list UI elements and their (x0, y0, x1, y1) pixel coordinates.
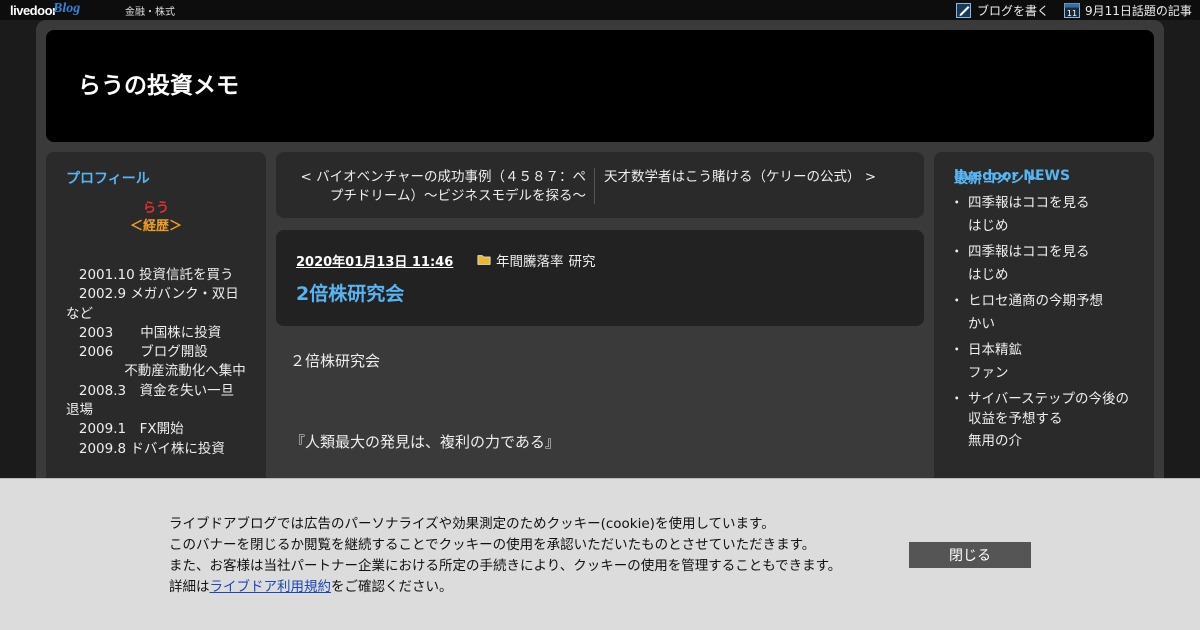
comment-article-link[interactable]: 日本精鉱 (968, 342, 1022, 358)
comment-author: 無用の介 (968, 433, 1022, 449)
post-title[interactable]: 2倍株研究会 (296, 279, 404, 306)
nav-divider (594, 168, 595, 204)
career-history: 2001.10 投資信託を買う 2002.9 メガバンク・双日など 2003 中… (66, 267, 246, 457)
comment-item: ヒロセ通商の今期予想 かい (950, 292, 1139, 334)
category-link[interactable]: 年間騰落率 (496, 250, 564, 270)
write-blog-label: ブログを書く (977, 3, 1050, 18)
top-bar: livedoor Blog 金融・株式 ブログを書く 11 9月11日話題の記事 (0, 0, 1200, 20)
article-nav: < バイオベンチャーの成功事例（４５８７：ペプチドリーム）～ビジネスモデルを探る… (276, 152, 924, 218)
folder-icon (477, 255, 491, 265)
comment-author: はじめ (968, 217, 1009, 234)
post-header: 2020年01月13日 11:46 年間騰落率 研究 2倍株研究会 (276, 230, 924, 326)
comment-item: 日本精鉱 ファン (950, 341, 1139, 383)
today-topics-label: 9月11日話題の記事 (1085, 3, 1192, 18)
career-label: ＜経歴＞ (129, 219, 182, 234)
livedoor-news-heading: livedoor NEWS (954, 168, 1071, 184)
comment-item: サイバーステップの今後の収益を予想する 無用の介 (950, 390, 1139, 452)
close-cookie-button[interactable]: 閉じる (909, 542, 1031, 568)
author-name: らう (142, 201, 169, 216)
post-categories: 年間騰落率 研究 (476, 250, 601, 270)
category-link[interactable]: 研究 (569, 250, 596, 270)
livedoor-blog-logo[interactable]: livedoor Blog (10, 1, 104, 19)
cookie-line: ライブドアブログでは広告のパーソナライズや効果測定のためクッキー(cookie)… (169, 516, 775, 532)
cookie-message: ライブドアブログでは広告のパーソナライズや効果測定のためクッキー(cookie)… (169, 514, 841, 598)
write-blog-link[interactable]: ブログを書く (956, 2, 1049, 18)
cookie-detail-suffix: をご確認ください。 (331, 579, 453, 595)
post-paragraph: 『人類最大の発見は、複利の力である』 (290, 433, 560, 451)
cookie-line: 詳細はライブドア利用規約をご確認ください。 (169, 577, 841, 598)
blog-category-link[interactable]: 金融・株式 (125, 3, 175, 18)
comment-article-link[interactable]: 四季報はココを見る (968, 195, 1090, 211)
site-title[interactable]: らうの投資メモ (78, 66, 239, 100)
cookie-line: このバナーを閉じるか閲覧を継続することでクッキーの使用を承認いただいたものとさせ… (169, 537, 816, 553)
post-date[interactable]: 2020年01月13日 11:46 (296, 251, 453, 270)
comment-article-link[interactable]: 四季報はココを見る (968, 244, 1090, 260)
recent-comments-list: 四季報はココを見る はじめ 四季報はココを見る はじめ ヒロセ通商の今期予想 か… (950, 194, 1139, 459)
comment-item: 四季報はココを見る はじめ (950, 243, 1139, 285)
logo-blog-text: Blog (53, 1, 81, 16)
cookie-detail-prefix: 詳細は (169, 579, 210, 595)
comment-author: はじめ (968, 266, 1009, 283)
pencil-icon (956, 3, 971, 18)
comment-author: ファン (968, 364, 1009, 381)
comment-item: 四季報はココを見る はじめ (950, 194, 1139, 236)
comment-article-link[interactable]: ヒロセ通商の今期予想 (968, 293, 1103, 309)
blog-header: らうの投資メモ (46, 30, 1154, 142)
profile-heading: プロフィール (66, 171, 150, 187)
post-paragraph: ２倍株研究会 (290, 352, 381, 370)
comment-article-link[interactable]: サイバーステップの今後の収益を予想する (968, 391, 1129, 427)
calendar-day-text: 11 (1067, 9, 1077, 18)
comment-author: かい (968, 315, 995, 332)
cookie-line: また、お客様は当社パートナー企業における所定の手続きにより、クッキーの使用を管理… (169, 558, 842, 574)
terms-link[interactable]: ライブドア利用規約 (210, 579, 332, 595)
today-topics-link[interactable]: 11 9月11日話題の記事 (1064, 2, 1192, 18)
cookie-banner: ライブドアブログでは広告のパーソナライズや効果測定のためクッキー(cookie)… (0, 478, 1200, 630)
prev-article-link[interactable]: < バイオベンチャーの成功事例（４５８７：ペプチドリーム）～ビジネスモデルを探る… (290, 168, 586, 206)
calendar-icon: 11 (1064, 3, 1080, 18)
logo-livedoor-text: livedoor (10, 3, 57, 18)
next-article-link[interactable]: 天才数学者はこう賭ける（ケリーの公式） > (604, 168, 876, 187)
